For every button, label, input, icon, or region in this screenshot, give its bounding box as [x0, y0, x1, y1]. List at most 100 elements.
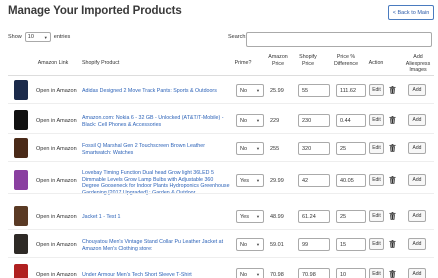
shopify-price-input[interactable]: 99 — [298, 238, 330, 251]
shopify-product-link[interactable]: Fossil Q Marshal Gen 2 Touchscreen Brown… — [82, 143, 232, 156]
shopify-product-link[interactable]: Under Armour Men's Tech Short Sleeve T-S… — [82, 272, 232, 278]
search-input[interactable] — [246, 32, 432, 47]
table-row: Open in Amazon Fossil Q Marshal Gen 2 Tou… — [8, 136, 434, 162]
shopify-price-input[interactable]: 70.98 — [298, 268, 330, 278]
header-amazon-price[interactable]: Amazon Price — [266, 54, 290, 67]
entries-label: entries — [53, 34, 71, 40]
prime-select[interactable]: Yes ▼ — [236, 210, 264, 223]
show-label: Show — [8, 34, 22, 40]
amazon-price: 59.01 — [270, 242, 284, 248]
row-divider — [8, 133, 434, 134]
amazon-price: 229 — [270, 118, 280, 124]
shopify-product-link[interactable]: Chouyatou Men's Vintage Stand Collar Pu … — [82, 239, 232, 252]
price-difference-input[interactable]: 40.05 — [336, 174, 366, 187]
table-row: Open in Amazon Jacket 1 - Test 1 Yes ▼ 48.99… — [8, 204, 434, 230]
header-shopify-product[interactable]: Shopify Product — [82, 60, 142, 67]
add-images-button[interactable]: Add — [408, 210, 426, 222]
prime-select[interactable]: No ▼ — [236, 84, 264, 97]
price-difference-input[interactable]: 15 — [336, 238, 366, 251]
shopify-price-input[interactable]: 230 — [298, 114, 330, 127]
prime-select[interactable]: No ▼ — [236, 114, 264, 127]
prime-value: No — [240, 241, 248, 248]
edit-button[interactable]: Edit — [369, 210, 384, 222]
row-divider — [8, 161, 434, 162]
open-in-amazon-link[interactable]: Open in Amazon — [36, 242, 77, 248]
add-images-button[interactable]: Add — [408, 114, 426, 126]
shopify-price-input[interactable]: 61.24 — [298, 210, 330, 223]
prime-value: No — [240, 271, 248, 278]
price-difference-input[interactable]: 10 — [336, 268, 366, 278]
trash-icon[interactable] — [389, 86, 396, 94]
trash-icon[interactable] — [389, 176, 396, 184]
header-price-difference[interactable]: Price % Difference — [330, 54, 362, 67]
open-in-amazon-link[interactable]: Open in Amazon — [36, 178, 77, 184]
add-images-button[interactable]: Add — [408, 238, 426, 250]
header-divider — [8, 75, 434, 76]
row-divider — [8, 229, 434, 230]
table-row: Open in Amazon Under Armour Men's Tech Sh… — [8, 262, 434, 278]
add-images-button[interactable]: Add — [408, 84, 426, 96]
prime-value: No — [240, 145, 248, 152]
product-thumbnail — [14, 170, 28, 190]
shopify-price-input[interactable]: 320 — [298, 142, 330, 155]
shopify-price-input[interactable]: 55 — [298, 84, 330, 97]
open-in-amazon-link[interactable]: Open in Amazon — [36, 214, 77, 220]
product-thumbnail — [14, 206, 28, 226]
edit-button[interactable]: Edit — [369, 268, 384, 278]
prime-select[interactable]: Yes ▼ — [236, 174, 264, 187]
back-to-main-button[interactable]: < Back to Main — [388, 5, 434, 20]
prime-value: No — [240, 117, 248, 124]
shopify-product-link[interactable]: Jacket 1 - Test 1 — [82, 214, 232, 221]
chevron-down-icon: ▼ — [256, 272, 260, 277]
product-thumbnail — [14, 264, 28, 278]
prime-value: Yes — [240, 177, 249, 184]
price-difference-input[interactable]: 25 — [336, 210, 366, 223]
product-thumbnail — [14, 80, 28, 100]
open-in-amazon-link[interactable]: Open in Amazon — [36, 118, 77, 124]
trash-icon[interactable] — [389, 116, 396, 124]
entries-control: Show 10 ▼ entries — [8, 32, 70, 42]
row-divider — [8, 193, 434, 194]
prime-value: No — [240, 87, 248, 94]
chevron-down-icon: ▼ — [43, 34, 48, 40]
edit-button[interactable]: Edit — [369, 238, 384, 250]
entries-select[interactable]: 10 ▼ — [24, 32, 51, 42]
amazon-price: 29.99 — [270, 178, 284, 184]
shopify-price-input[interactable]: 42 — [298, 174, 330, 187]
price-difference-input[interactable]: 0.44 — [336, 114, 366, 127]
trash-icon[interactable] — [389, 144, 396, 152]
open-in-amazon-link[interactable]: Open in Amazon — [36, 88, 77, 94]
prime-select[interactable]: No ▼ — [236, 238, 264, 251]
edit-button[interactable]: Edit — [369, 174, 384, 186]
open-in-amazon-link[interactable]: Open in Amazon — [36, 272, 77, 278]
search-control: Search: — [228, 34, 247, 40]
add-images-button[interactable]: Add — [408, 174, 426, 186]
price-difference-input[interactable]: 25 — [336, 142, 366, 155]
edit-button[interactable]: Edit — [369, 84, 384, 96]
open-in-amazon-link[interactable]: Open in Amazon — [36, 146, 77, 152]
shopify-product-link[interactable]: Adidas Designed 2 Move Track Pants: Spor… — [82, 88, 232, 95]
add-images-button[interactable]: Add — [408, 142, 426, 154]
prime-select[interactable]: No ▼ — [236, 142, 264, 155]
table-row: Open in Amazon Lovebay Timing Function Du… — [8, 168, 434, 196]
amazon-price: 25.99 — [270, 88, 284, 94]
chevron-down-icon: ▼ — [256, 178, 260, 183]
edit-button[interactable]: Edit — [369, 142, 384, 154]
prime-select[interactable]: No ▼ — [236, 268, 264, 278]
header-prime[interactable]: Prime? — [230, 60, 256, 67]
edit-button[interactable]: Edit — [369, 114, 384, 126]
price-difference-input[interactable]: 111.62 — [336, 84, 366, 97]
header-shopify-price[interactable]: Shopify Price — [296, 54, 320, 67]
product-thumbnail — [14, 234, 28, 254]
chevron-down-icon: ▼ — [256, 118, 260, 123]
trash-icon[interactable] — [389, 212, 396, 220]
header-amazon-link[interactable]: Amazon Link — [35, 60, 71, 67]
header-action: Action — [368, 60, 384, 66]
amazon-price: 255 — [270, 146, 280, 152]
trash-icon[interactable] — [389, 240, 396, 248]
header-add-images: Add Aliexpress Images — [405, 54, 431, 73]
trash-icon[interactable] — [389, 270, 396, 278]
shopify-product-link[interactable]: Amazon.com: Nokia 6 - 32 GB - Unlocked (… — [82, 115, 232, 128]
add-images-button[interactable]: Add — [408, 268, 426, 278]
table-row: Open in Amazon Adidas Designed 2 Move Tra… — [8, 78, 434, 104]
